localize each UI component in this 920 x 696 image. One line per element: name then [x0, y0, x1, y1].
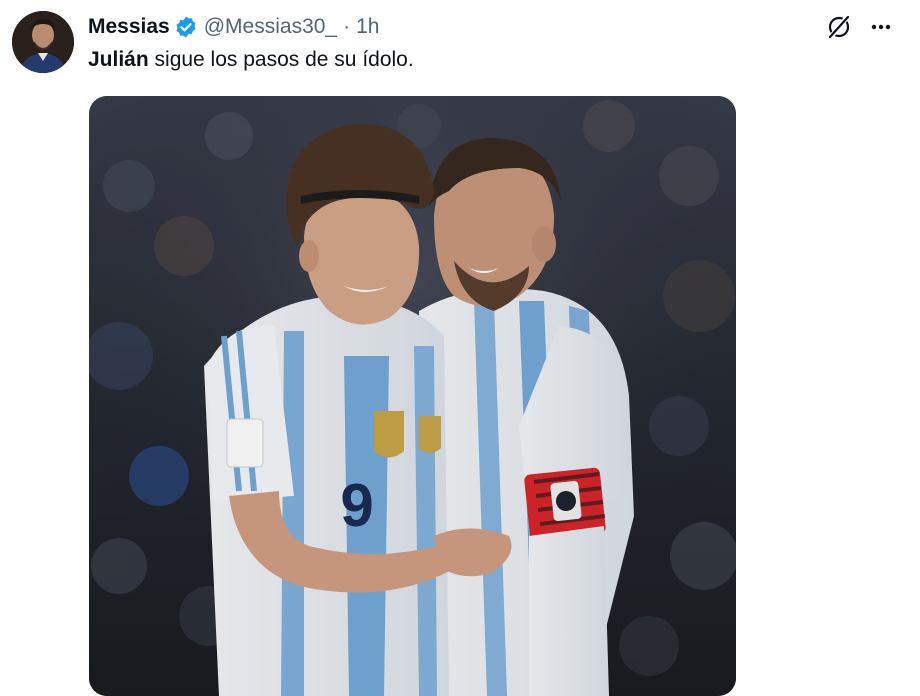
- avatar-photo: [12, 11, 74, 73]
- separator-dot: ·: [343, 15, 351, 38]
- author-display-name[interactable]: Messias: [88, 15, 170, 39]
- author-handle[interactable]: @Messias30_: [204, 15, 337, 39]
- tweet-card: Messias @Messias30_ · 1h Julián sigue lo…: [0, 0, 920, 696]
- tweet-text-body: sigue los pasos de su ídolo.: [148, 48, 414, 71]
- photo-scene: 9: [89, 96, 736, 696]
- tweet-header: Messias @Messias30_ · 1h: [88, 12, 379, 42]
- post-timestamp[interactable]: 1h: [356, 15, 379, 39]
- verified-badge-icon: [174, 15, 198, 39]
- author-avatar[interactable]: [12, 11, 74, 73]
- grok-icon[interactable]: [824, 12, 854, 42]
- post-photo[interactable]: 9: [89, 96, 736, 696]
- more-options-icon[interactable]: [866, 12, 896, 42]
- tweet-text-bold-name: Julián: [88, 48, 149, 71]
- tweet-text: Julián sigue los pasos de su ídolo.: [88, 46, 414, 74]
